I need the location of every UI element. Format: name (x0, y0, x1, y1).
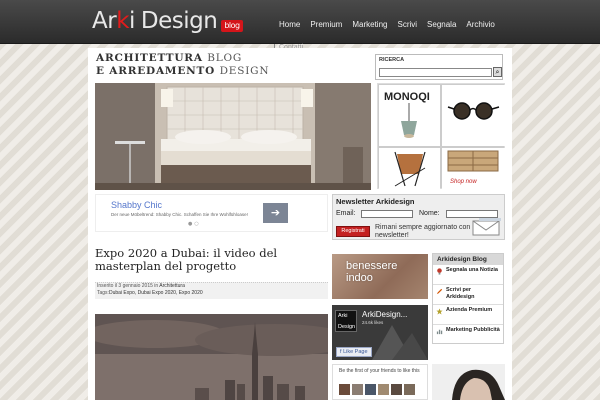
facebook-like-button[interactable]: f Like Page (336, 347, 372, 357)
logo-text-ar: Ar (92, 8, 117, 34)
posted-prefix: Inserito il 3 gennaio 2015 in (97, 283, 160, 289)
blog-menu-item-segnala[interactable]: Segnala una Notizia (433, 265, 503, 285)
newsletter-widget: Newsletter Arkidesign Email: Nome: Regis… (332, 194, 505, 240)
facebook-friends-text: Be the first of your friends to like thi… (339, 368, 420, 374)
logo-text-k: k (116, 8, 130, 34)
facebook-friends-box: Be the first of your friends to like thi… (332, 364, 428, 400)
facebook-likes-count: 24.6k likes (362, 320, 384, 325)
blog-menu-widget: Arkidesign Blog Segnala una Notizia Scri… (432, 253, 504, 344)
chart-icon (436, 329, 443, 335)
ad-pagination-dots[interactable]: ●○ (188, 221, 201, 227)
ad-arrow-button[interactable]: ➔ (263, 203, 288, 223)
blog-menu-label: Scrivi per Arkidesign (446, 287, 475, 300)
ad-chair[interactable] (379, 148, 440, 189)
side-ad-image[interactable] (432, 364, 505, 400)
logo-text-i: i (129, 8, 135, 34)
chair-image (394, 151, 426, 187)
envelope-icon (472, 218, 501, 236)
friend-avatars (339, 384, 415, 395)
article-meta: Inserito il 3 gennaio 2015 in Architettu… (95, 282, 328, 299)
facebook-page-name[interactable]: ArkiDesign... (362, 310, 407, 319)
tags-prefix: Tags: (97, 290, 109, 296)
newsletter-email-label: Email: (336, 210, 356, 217)
ad-subtitle: Der neue Möbeltrend: Shabby Chic. Schaff… (111, 212, 248, 217)
monoqi-logo: MONOQI (384, 91, 430, 103)
article-posted: Inserito il 3 gennaio 2015 in Architettu… (95, 283, 328, 290)
nav-archivio[interactable]: Archivio (461, 0, 499, 44)
avatar[interactable] (352, 384, 363, 395)
blog-menu-label: Marketing Pubblicità (446, 327, 500, 333)
blog-menu-label: Segnala una Notizia (446, 267, 498, 273)
ad-title[interactable]: Shabby Chic (111, 200, 162, 210)
search-label: RICERCA (379, 57, 405, 63)
lamp-image: MONOQI (384, 91, 430, 138)
ad-sunglasses[interactable] (442, 85, 505, 146)
search-widget: RICERCA ⌕ (375, 54, 503, 80)
dubai-skyline-image (95, 314, 328, 400)
site-logo[interactable]: Ar k i Design blog (92, 8, 243, 36)
category-link[interactable]: Architettura (159, 283, 185, 289)
avatar[interactable] (339, 384, 350, 395)
article-tags: Tags:Dubai Expo, Dubai Expo 2020, Expo 2… (95, 290, 328, 297)
ads-grid[interactable]: MONOQI Shop now (377, 83, 505, 189)
page-title: ARCHITETTURA BLOG E ARREDAMENTO DESIGN (96, 52, 366, 78)
hero-slider[interactable] (95, 83, 371, 190)
shop-now-label: Shop now (450, 179, 477, 185)
newsletter-register-button[interactable]: Registrati (336, 226, 370, 237)
avatar[interactable] (404, 384, 415, 395)
search-input[interactable] (379, 68, 492, 77)
nav-home[interactable]: Home (274, 0, 305, 44)
pencil-icon (436, 288, 443, 295)
benessere-line2: indoo (346, 272, 373, 284)
facebook-page-logo: Arki Design (335, 310, 357, 332)
article-title[interactable]: Expo 2020 a Dubai: il video del masterpl… (95, 247, 327, 273)
like-page-label: Like Page (343, 349, 368, 355)
nav-segnala[interactable]: Segnala (422, 0, 461, 44)
tags-links[interactable]: Dubai Expo, Dubai Expo 2020, Expo 2020 (109, 290, 203, 296)
newsletter-email-field[interactable] (361, 210, 413, 218)
bedroom-image (95, 83, 371, 190)
benessere-line1: benessere (346, 260, 398, 272)
blog-menu-item-premium[interactable]: Azienda Premium (433, 305, 503, 325)
avatar[interactable] (378, 384, 389, 395)
brand-line2-a: E ARREDAMENTO (96, 65, 220, 77)
main-nav: Home Premium Marketing Scrivi Segnala Ar… (274, 0, 500, 44)
blog-menu-item-marketing[interactable]: Marketing Pubblicità (433, 325, 503, 345)
sunglasses-image (447, 102, 500, 120)
cabinet-image: Shop now (447, 150, 499, 185)
ad-banner[interactable]: Shabby Chic Der neue Möbeltrend: Shabby … (95, 194, 328, 232)
search-button[interactable]: ⌕ (493, 67, 502, 77)
fb-logo-line1: Arki (338, 313, 348, 319)
star-icon (436, 308, 443, 315)
ad-lamp[interactable]: MONOQI (379, 85, 440, 146)
benessere-text: benessere indoo (346, 260, 397, 284)
logo-text-design: Design (140, 8, 218, 34)
blog-badge: blog (221, 20, 243, 32)
newsletter-title: Newsletter Arkidesign (336, 197, 415, 206)
fb-logo-line2: Design (338, 324, 356, 330)
brand-line1-a: ARCHITETTURA (96, 52, 208, 64)
arrow-right-icon: ➔ (270, 206, 281, 219)
blog-menu-label: Azienda Premium (446, 307, 493, 313)
benessere-banner[interactable]: benessere indoo (332, 254, 428, 299)
article-image[interactable] (95, 314, 328, 400)
face-image (432, 364, 505, 400)
nav-marketing[interactable]: Marketing (347, 0, 392, 44)
newsletter-name-label: Nome: (419, 210, 440, 217)
lightbulb-icon (437, 268, 442, 275)
brand-line1-b: BLOG (207, 52, 243, 64)
blog-menu-title: Arkidesign Blog (433, 254, 503, 265)
facebook-page-widget[interactable]: Arki Design ArkiDesign... 24.6k likes f … (332, 305, 428, 360)
nav-premium[interactable]: Premium (305, 0, 347, 44)
avatar[interactable] (391, 384, 402, 395)
brand-line2-b: DESIGN (219, 65, 270, 77)
newsletter-name-field[interactable] (446, 210, 498, 218)
search-icon: ⌕ (495, 68, 500, 76)
avatar[interactable] (365, 384, 376, 395)
nav-scrivi[interactable]: Scrivi (392, 0, 422, 44)
top-header: Ar k i Design blog Home Premium Marketing … (0, 0, 600, 44)
ad-cabinet[interactable]: Shop now (442, 148, 505, 189)
blog-menu-item-scrivi[interactable]: Scrivi per Arkidesign (433, 285, 503, 305)
